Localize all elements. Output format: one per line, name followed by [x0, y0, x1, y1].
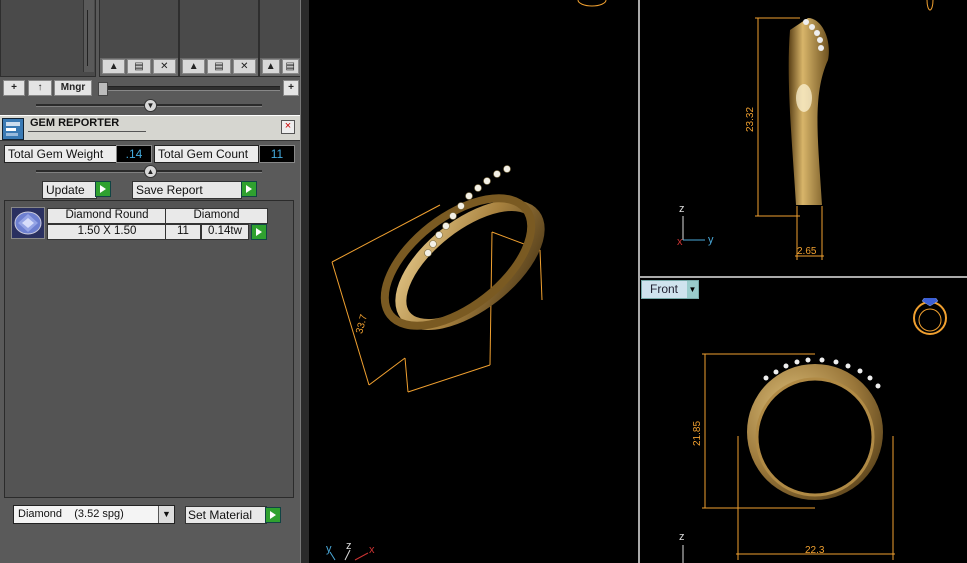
gem-shape-cell: Diamond Round: [47, 208, 167, 224]
front-width-dimension: 22.3: [805, 545, 825, 556]
close-icon[interactable]: ✕: [152, 59, 176, 74]
axis-triad: z: [679, 531, 685, 563]
svg-text:y: y: [708, 234, 714, 246]
left-panel: ▲ ▤ ✕ ▲ ▤ ✕ ▲ ▤ + ↑ Mngr + ▼ GEM REPORTE…: [0, 0, 302, 563]
title-underline: [28, 131, 146, 132]
chevron-down-icon[interactable]: ▼: [687, 281, 698, 298]
total-gem-weight-value: .14: [116, 145, 152, 163]
axis-x-label: x: [369, 544, 375, 556]
axis-triad: z y x: [677, 203, 714, 248]
slot-2[interactable]: ▲ ▤ ✕: [99, 0, 179, 77]
close-icon[interactable]: ×: [281, 120, 295, 134]
thumbnail-size-slider[interactable]: [98, 82, 280, 96]
svg-text:z: z: [679, 203, 685, 215]
save-icon[interactable]: ▤: [127, 59, 151, 74]
total-gem-count-value: 11: [259, 145, 295, 163]
ring-icon: [913, 298, 947, 335]
gem-list[interactable]: Diamond Round Diamond 1.50 X 1.50 11 0.1…: [4, 200, 294, 498]
axis-triad: y z x: [326, 540, 375, 561]
slot-3[interactable]: ▲ ▤ ✕: [179, 0, 259, 77]
up-icon[interactable]: ▲: [262, 59, 280, 74]
save-report-button[interactable]: Save Report: [132, 181, 242, 199]
gem-material-cell: Diamond: [165, 208, 268, 224]
total-gem-count-label: Total Gem Count: [154, 145, 259, 163]
gem-reporter-icon: [2, 118, 24, 140]
up-button[interactable]: ↑: [28, 80, 52, 96]
gem-select-go-icon[interactable]: [251, 224, 267, 240]
viewport-divider-horizontal[interactable]: [640, 276, 967, 278]
gem-reporter-header: GEM REPORTER ×: [0, 115, 300, 141]
collapse-knob[interactable]: ▲: [144, 165, 157, 178]
svg-text:z: z: [679, 531, 685, 543]
svg-text:x: x: [677, 236, 683, 248]
gem-weight-cell: 0.14tw: [201, 224, 249, 240]
front-height-dimension: 21.85: [692, 421, 703, 446]
view-selector[interactable]: Front ▼: [641, 280, 699, 299]
material-spg: (3.52 spg): [74, 508, 124, 520]
update-button[interactable]: Update: [42, 181, 97, 199]
total-gem-weight-label: Total Gem Weight: [4, 145, 117, 163]
update-go-icon[interactable]: [95, 181, 111, 197]
material-name: Diamond: [18, 508, 63, 520]
close-icon[interactable]: ✕: [232, 59, 256, 74]
save-icon[interactable]: ▤: [281, 59, 299, 74]
view-name: Front: [650, 282, 679, 296]
perspective-dimension: 33.7: [354, 313, 370, 335]
slider-thumb[interactable]: [98, 82, 108, 96]
manager-button[interactable]: Mngr: [54, 80, 92, 96]
up-icon[interactable]: ▲: [182, 59, 206, 74]
chevron-down-icon[interactable]: ▼: [158, 506, 174, 523]
save-icon[interactable]: ▤: [207, 59, 231, 74]
slot-scrollbar[interactable]: [83, 0, 94, 72]
slot-4[interactable]: ▲ ▤: [259, 0, 302, 77]
set-material-button[interactable]: Set Material: [185, 506, 267, 524]
axis-y-label: y: [326, 543, 332, 555]
collapse-knob[interactable]: ▼: [144, 99, 157, 112]
axis-z-label: z: [346, 540, 352, 552]
set-material-go-icon[interactable]: [265, 507, 281, 523]
diamond-icon: [11, 207, 45, 239]
gem-count-cell: 11: [165, 224, 201, 240]
side-width-dimension: 2.65: [797, 246, 817, 257]
side-height-dimension: 23.32: [745, 107, 756, 132]
up-icon[interactable]: ▲: [102, 59, 126, 74]
save-report-go-icon[interactable]: [241, 181, 257, 197]
add-button[interactable]: +: [3, 80, 25, 96]
zoom-plus-button[interactable]: +: [283, 80, 299, 96]
gem-reporter-title: GEM REPORTER: [30, 117, 120, 129]
slot-1[interactable]: [0, 0, 96, 77]
panel-splitter[interactable]: [300, 0, 309, 563]
gem-size-cell: 1.50 X 1.50: [47, 224, 167, 240]
material-select[interactable]: Diamond (3.52 spg) ▼: [13, 505, 175, 524]
